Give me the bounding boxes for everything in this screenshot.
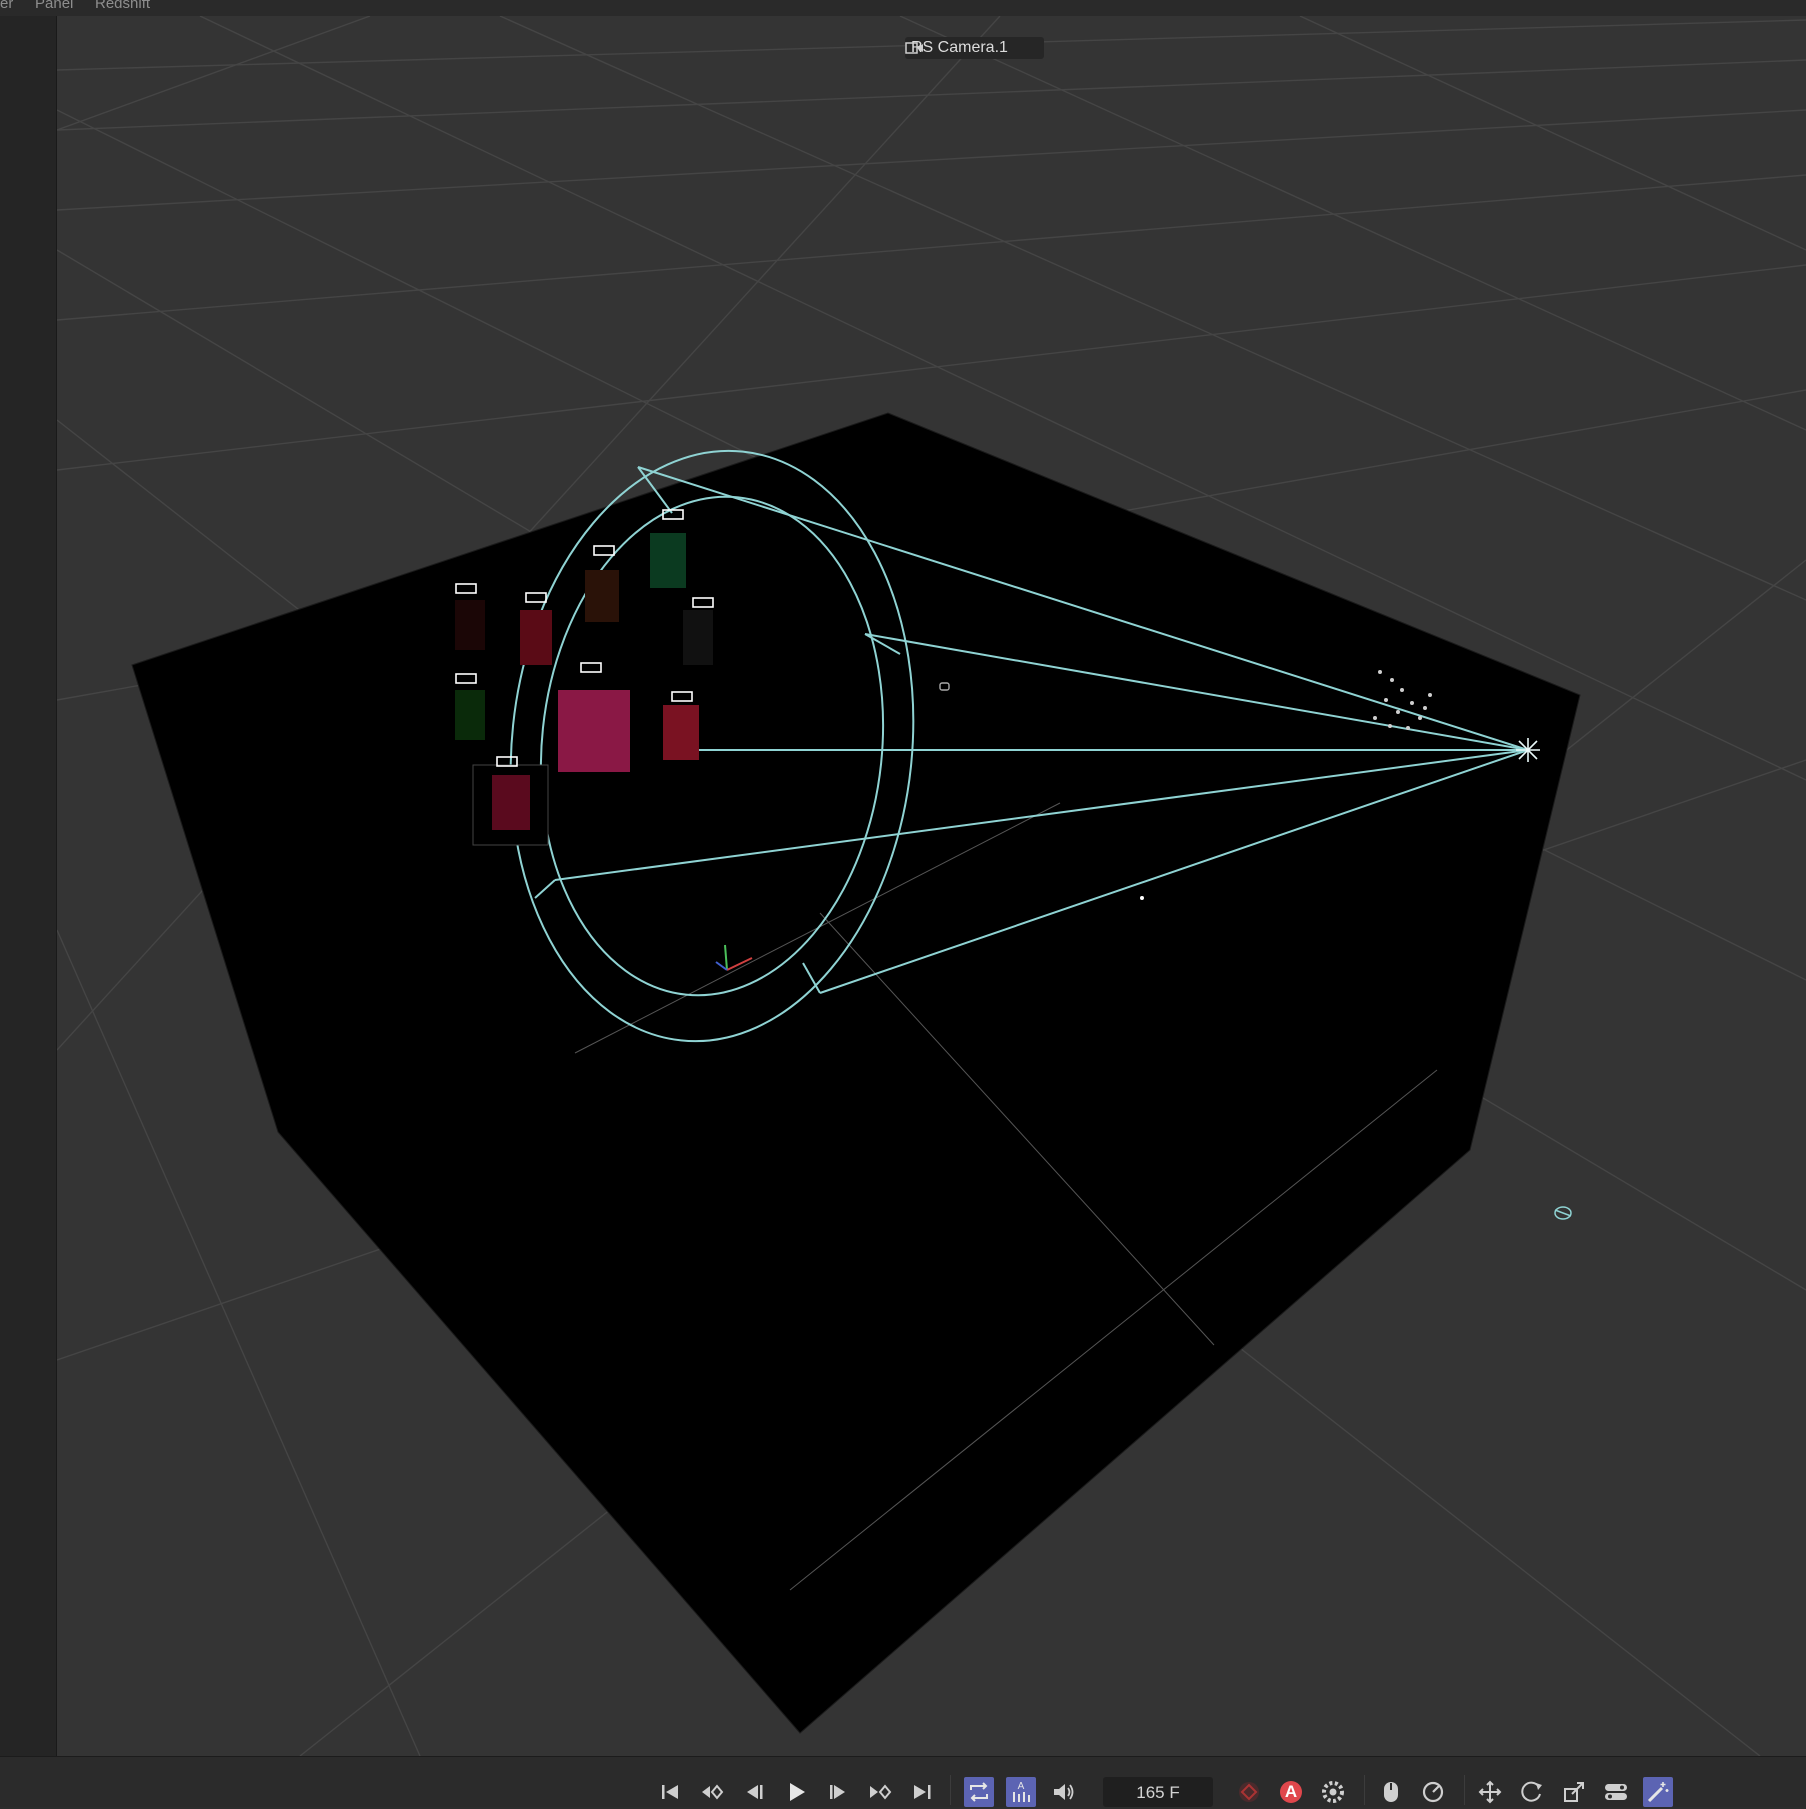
scale-keys-button[interactable] xyxy=(1559,1777,1589,1807)
next-key-icon xyxy=(870,1784,892,1800)
menu-item-redshift[interactable]: Redshift xyxy=(95,0,150,9)
magic-tool-button[interactable] xyxy=(1643,1777,1673,1807)
menu-item-panel[interactable]: Panel xyxy=(35,0,73,9)
rotate-icon xyxy=(1521,1781,1542,1802)
dial-icon xyxy=(1422,1781,1444,1803)
3d-viewport[interactable]: RS Camera.1 xyxy=(57,16,1806,1756)
camera-name: RS Camera.1 xyxy=(911,39,1008,56)
svg-text:A: A xyxy=(1018,1781,1025,1792)
next-key-button[interactable] xyxy=(865,1777,895,1807)
separator xyxy=(1364,1775,1365,1805)
record-button[interactable] xyxy=(1234,1777,1264,1807)
viewport-scene xyxy=(57,16,1806,1756)
separator xyxy=(1464,1775,1465,1805)
previous-key-icon xyxy=(702,1784,724,1800)
auto-key-button[interactable]: A xyxy=(1276,1777,1306,1807)
previous-frame-icon xyxy=(747,1785,763,1799)
go-to-end-button[interactable] xyxy=(907,1777,937,1807)
go-to-start-button[interactable] xyxy=(655,1777,685,1807)
scale-icon xyxy=(1564,1782,1584,1802)
scale-mode-button[interactable] xyxy=(1418,1777,1448,1807)
camera-origin[interactable] xyxy=(1516,738,1540,762)
current-frame-field[interactable]: 165 F xyxy=(1103,1777,1213,1807)
gear-icon xyxy=(1322,1781,1344,1803)
floating-light-object[interactable] xyxy=(1554,1206,1572,1220)
sound-button[interactable] xyxy=(1048,1777,1078,1807)
menu-bar: er Panel Redshift xyxy=(0,0,1806,17)
mouse-icon xyxy=(1384,1782,1398,1802)
magic-wand-icon xyxy=(1647,1782,1669,1803)
play-icon xyxy=(790,1783,805,1801)
settings-button[interactable] xyxy=(1318,1777,1348,1807)
next-frame-button[interactable] xyxy=(823,1777,853,1807)
toggle-icon xyxy=(1605,1784,1627,1800)
auto-key-label: A xyxy=(1284,1782,1298,1801)
record-icon xyxy=(1239,1782,1259,1802)
active-camera-label[interactable]: RS Camera.1 xyxy=(905,37,1044,59)
previous-key-button[interactable] xyxy=(697,1777,727,1807)
move-keys-button[interactable] xyxy=(1475,1777,1505,1807)
keyframe-track-icon: A xyxy=(1013,1781,1030,1802)
speaker-icon xyxy=(1054,1784,1074,1800)
next-frame-icon xyxy=(830,1785,845,1799)
auto-keying-button[interactable]: A xyxy=(1006,1777,1036,1807)
go-to-start-icon xyxy=(662,1785,678,1799)
rotate-keys-button[interactable] xyxy=(1517,1777,1547,1807)
timeline-bar: A 165 F A xyxy=(0,1756,1806,1807)
black-box-object xyxy=(131,412,1581,1734)
mouse-mode-button[interactable] xyxy=(1376,1777,1406,1807)
camera-link-icon[interactable] xyxy=(905,40,925,56)
toggle-button[interactable] xyxy=(1601,1777,1631,1807)
left-panel-strip xyxy=(0,16,57,1756)
play-button[interactable] xyxy=(781,1777,811,1807)
move-icon xyxy=(1478,1780,1502,1804)
go-to-end-icon xyxy=(914,1785,931,1799)
null-point xyxy=(1140,896,1144,900)
loop-icon xyxy=(970,1782,988,1802)
menu-item-partial[interactable]: er xyxy=(0,0,13,9)
loop-button[interactable] xyxy=(964,1777,994,1807)
separator xyxy=(950,1775,951,1805)
previous-frame-button[interactable] xyxy=(739,1777,769,1807)
